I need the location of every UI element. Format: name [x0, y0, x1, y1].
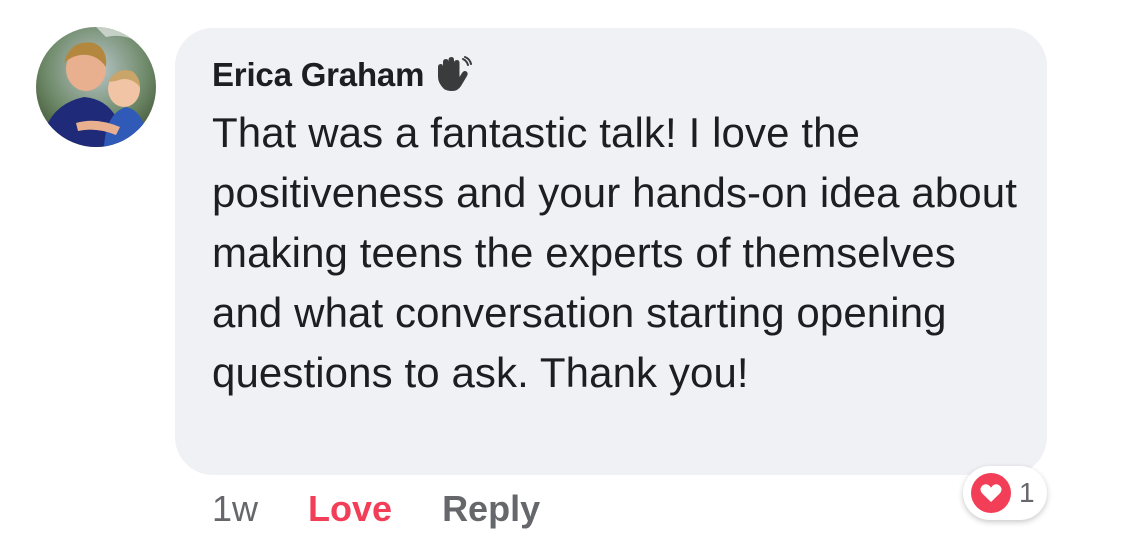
author-row: Erica Graham [212, 55, 473, 95]
profile-photo [36, 27, 156, 147]
comment-actions: 1w Love Reply [212, 488, 540, 530]
reply-button[interactable]: Reply [442, 488, 540, 530]
reaction-summary[interactable]: 1 [963, 466, 1047, 520]
comment-text: That was a fantastic talk! I love the po… [212, 109, 1017, 396]
heart-icon [971, 473, 1011, 513]
comment: Erica Graham That was a fantastic talk! … [0, 0, 1125, 555]
reaction-count: 1 [1019, 477, 1035, 508]
comment-timestamp[interactable]: 1w [212, 488, 258, 530]
author-name[interactable]: Erica Graham [212, 56, 424, 94]
waving-hand-icon [438, 56, 473, 91]
love-button[interactable]: Love [308, 488, 392, 530]
comment-bubble: Erica Graham That was a fantastic talk! … [175, 28, 1047, 475]
avatar[interactable] [36, 27, 156, 147]
